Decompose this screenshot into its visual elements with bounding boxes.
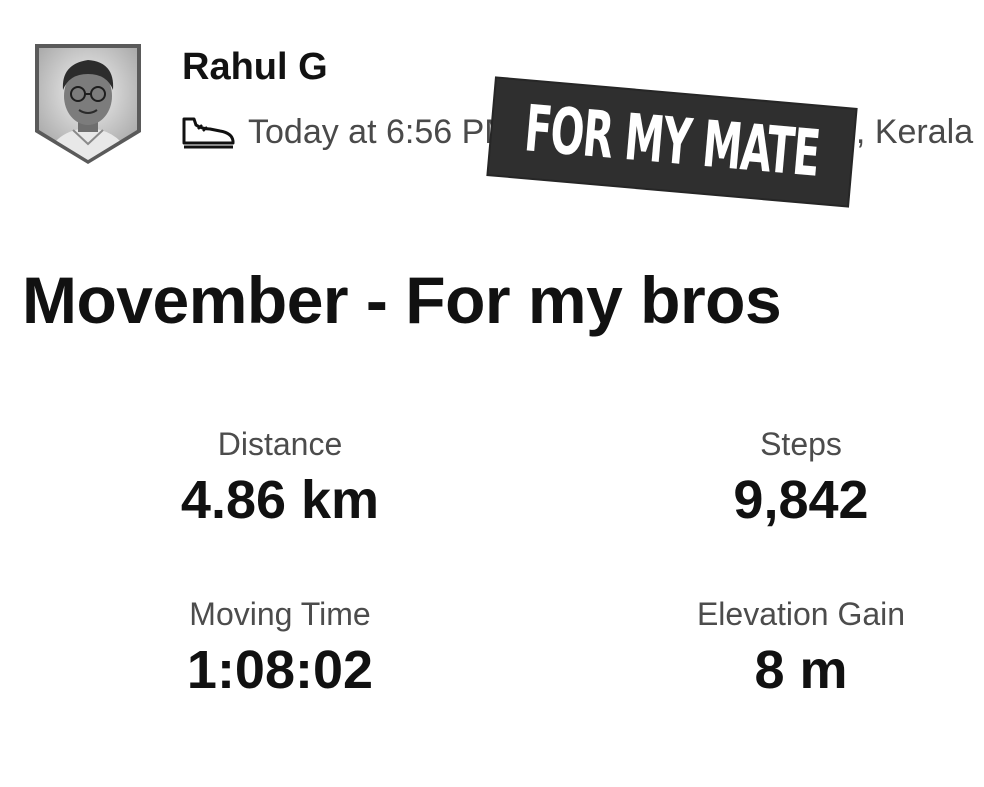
stat-moving-time: Moving Time 1:08:02 [130,594,430,702]
stat-steps: Steps 9,842 [651,424,951,532]
activity-title[interactable]: Movember - For my bros [22,262,782,338]
stat-label: Moving Time [189,596,371,632]
athlete-name[interactable]: Rahul G [182,44,328,90]
stat-label: Elevation Gain [696,596,906,632]
stat-value: 1:08:02 [186,640,374,700]
athlete-avatar[interactable] [33,44,143,164]
stat-value: 8 m [754,640,848,700]
shoe-icon [182,117,235,149]
stat-elevation-gain: Elevation Gain 8 m [651,594,951,702]
stat-distance: Distance 4.86 km [130,424,430,532]
stat-label: Distance [217,426,343,462]
for-my-mate-sticker: FOR MY MATE [488,78,856,206]
stat-label: Steps [760,426,842,462]
stat-value: 9,842 [733,470,869,530]
sticker-text: FOR MY MATE [521,92,823,192]
stat-value: 4.86 km [180,470,380,530]
